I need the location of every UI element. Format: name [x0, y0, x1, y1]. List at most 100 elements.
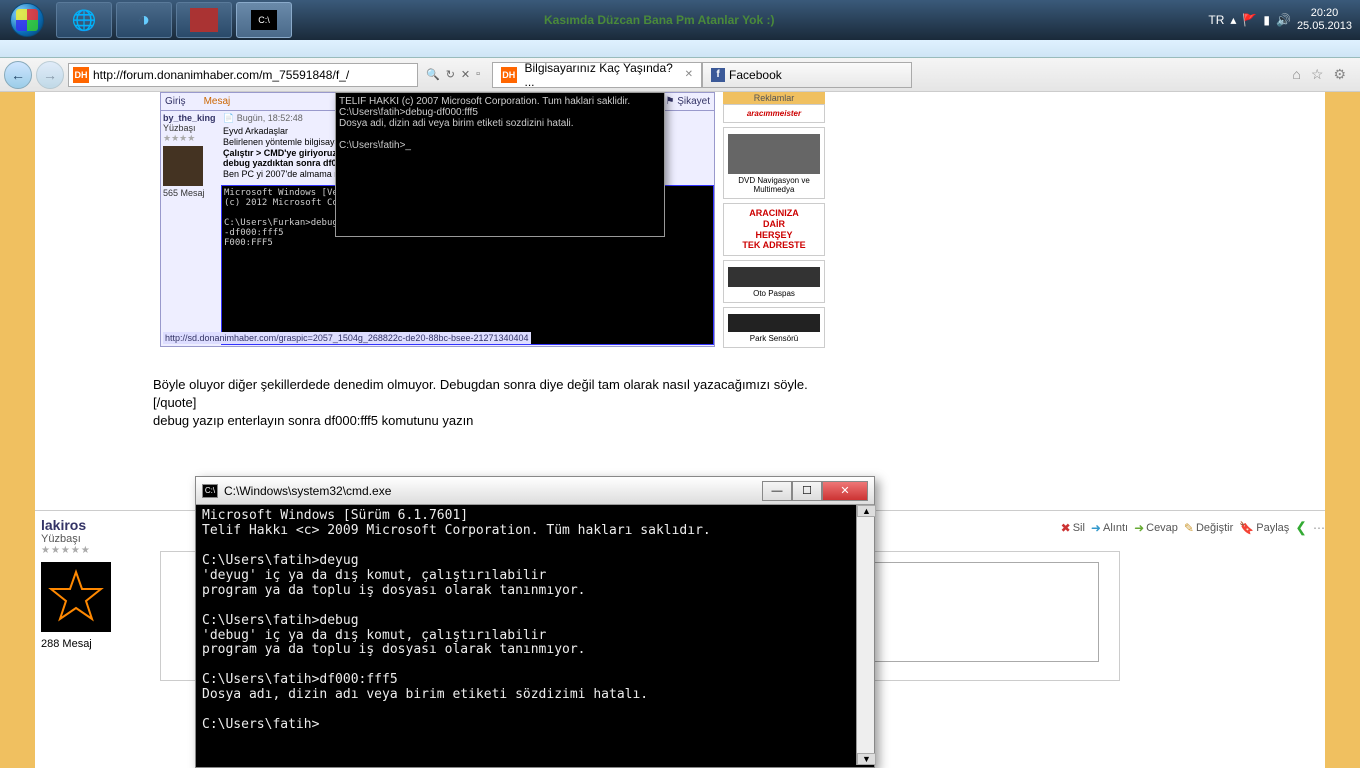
minimize-button[interactable]: — — [762, 481, 792, 501]
author-msgcount: 565 Mesaj — [163, 188, 219, 198]
tab-entry[interactable]: Giriş — [165, 96, 186, 107]
url-actions: 🔍 ↻ ✕ ▫ — [422, 68, 484, 81]
task-app2[interactable] — [176, 2, 232, 38]
ad-item-1[interactable]: DVD Navigasyon ve Multimedya — [723, 127, 825, 199]
start-button[interactable] — [0, 0, 54, 40]
tab2-label: Facebook — [729, 68, 782, 82]
share-icon[interactable]: ❮ — [1295, 519, 1307, 536]
reply-author-avatar — [41, 562, 111, 632]
search-icon[interactable]: 🔍 — [426, 68, 440, 81]
ad-text[interactable]: ARACINIZA DAİR HERŞEY TEK ADRESTE — [723, 203, 825, 256]
favorites-icon[interactable]: ☆ — [1311, 66, 1324, 83]
delete-icon: ✖ — [1061, 521, 1071, 535]
ad-item-3[interactable]: Park Sensörü — [723, 307, 825, 348]
forum-container: Giriş Mesaj ⚑ Şikayet by_the_king Yüzbaş… — [35, 92, 1325, 768]
game-overlay-title: Kasımda Düzcan Bana Pm Atanlar Yok :) — [544, 13, 775, 27]
action-share[interactable]: 🔖Paylaş — [1239, 521, 1289, 535]
forward-button[interactable]: → — [36, 61, 64, 89]
cmd-titlebar[interactable]: C:\ C:\Windows\system32\cmd.exe — ☐ ✕ — [196, 477, 874, 505]
left-margin — [0, 92, 35, 768]
author-stars: ★★★★ — [163, 133, 219, 144]
cmd-output[interactable]: Microsoft Windows [Sürüm 6.1.7601] Telif… — [196, 505, 856, 765]
task-app1[interactable]: ◑ — [116, 2, 172, 38]
compat-icon[interactable]: ▫ — [476, 68, 480, 81]
hovered-link-url: http://sd.donanimhaber.com/graspic=2057_… — [163, 332, 531, 344]
lang-indicator[interactable]: TR — [1208, 13, 1224, 27]
ie-icon: 🌐 — [68, 6, 100, 34]
task-ie[interactable]: 🌐 — [56, 2, 112, 38]
stop-icon[interactable]: ✕ — [461, 68, 470, 81]
share-label-icon: 🔖 — [1239, 521, 1254, 535]
network-icon[interactable]: ▮ — [1263, 13, 1270, 27]
tab-donanimhaber[interactable]: DH Bilgisayarınız Kaç Yaşında? ... ✕ — [492, 62, 702, 88]
clock-date: 25.05.2013 — [1297, 20, 1352, 33]
site-favicon-icon: DH — [73, 67, 89, 83]
tab-strip: DH Bilgisayarınız Kaç Yaşında? ... ✕ f F… — [492, 62, 912, 88]
post-action-bar: ✖Sil ➜Alıntı ➜Cevap ✎Değiştir 🔖Paylaş ❮ … — [1061, 519, 1325, 536]
reply-text: Böyle oluyor diğer şekillerdede denedim … — [153, 376, 808, 431]
reply-author-panel: lakiros Yüzbaşı ★★★★★ 288 Mesaj — [35, 511, 145, 656]
author-name[interactable]: by_the_king — [163, 113, 219, 123]
windows-taskbar: 🌐 ◑ C:\ Kasımda Düzcan Bana Pm Atanlar Y… — [0, 0, 1360, 40]
reply-line1: Böyle oluyor diğer şekillerdede denedim … — [153, 376, 808, 394]
maximize-button[interactable]: ☐ — [792, 481, 822, 501]
author-avatar — [163, 146, 203, 186]
game-icon — [190, 8, 218, 32]
tab-facebook[interactable]: f Facebook — [702, 62, 912, 88]
ad-item-2[interactable]: Oto Paspas — [723, 260, 825, 303]
tab1-label: Bilgisayarınız Kaç Yaşında? ... — [525, 61, 681, 89]
tray-chevron-icon[interactable]: ▴ — [1230, 13, 1236, 27]
close-icon[interactable]: ✕ — [685, 69, 693, 80]
page-content: Giriş Mesaj ⚑ Şikayet by_the_king Yüzbaş… — [0, 92, 1360, 768]
browser-tools: ⌂ ☆ ⚙ — [1292, 66, 1356, 83]
reply-line3: debug yazıp enterlayın sonra df000:fff5 … — [153, 412, 808, 430]
home-icon[interactable]: ⌂ — [1292, 66, 1300, 83]
cmd-body: Microsoft Windows [Sürüm 6.1.7601] Telif… — [196, 505, 874, 765]
right-margin — [1325, 92, 1360, 768]
reply-author-rank: Yüzbaşı — [41, 533, 139, 545]
cmd-window-small[interactable]: TELIF HAKKI (c) 2007 Microsoft Corporati… — [335, 92, 665, 237]
cmd-window-large[interactable]: C:\ C:\Windows\system32\cmd.exe — ☐ ✕ Mi… — [195, 476, 875, 768]
cmd-title-text: C:\Windows\system32\cmd.exe — [224, 484, 762, 498]
taskbar-clock[interactable]: 20:20 25.05.2013 — [1297, 7, 1352, 33]
quote-icon: ➜ — [1091, 521, 1101, 535]
sidebar-ads: Reklamlar aracımmeister DVD Navigasyon v… — [723, 92, 825, 347]
tab-favicon-icon: DH — [501, 67, 516, 83]
tools-icon[interactable]: ⚙ — [1333, 66, 1346, 83]
task-cmd[interactable]: C:\ — [236, 2, 292, 38]
tab-message[interactable]: Mesaj — [204, 96, 231, 107]
ad-brand[interactable]: aracımmeister — [723, 104, 825, 123]
action-delete[interactable]: ✖Sil — [1061, 521, 1085, 535]
reply-icon: ➜ — [1134, 521, 1144, 535]
flag-icon[interactable]: 🚩 — [1242, 13, 1257, 27]
close-button[interactable]: ✕ — [822, 481, 868, 501]
volume-icon[interactable]: 🔊 — [1276, 13, 1291, 27]
clock-time: 20:20 — [1297, 7, 1352, 20]
ads-header: Reklamlar — [723, 92, 825, 104]
browser-nav: ← → DH http://forum.donanimhaber.com/m_7… — [0, 58, 1360, 92]
report-link[interactable]: ⚑ Şikayet — [665, 96, 710, 107]
facebook-icon: f — [711, 68, 725, 82]
reply-author-name[interactable]: lakiros — [41, 517, 139, 533]
reply-author-stars: ★★★★★ — [41, 545, 139, 556]
reply-author-msgcount: 288 Mesaj — [41, 638, 139, 650]
action-edit[interactable]: ✎Değiştir — [1184, 521, 1233, 535]
edit-icon: ✎ — [1184, 521, 1194, 535]
cmd-small-output: TELIF HAKKI (c) 2007 Microsoft Corporati… — [336, 93, 664, 154]
action-quote[interactable]: ➜Alıntı — [1091, 521, 1128, 535]
app-icon: ◑ — [128, 6, 160, 34]
reply-line2: [/quote] — [153, 394, 808, 412]
system-tray: TR ▴ 🚩 ▮ 🔊 20:20 25.05.2013 — [1208, 7, 1360, 33]
action-reply[interactable]: ➜Cevap — [1134, 521, 1178, 535]
url-text: http://forum.donanimhaber.com/m_75591848… — [93, 68, 349, 82]
cmd-titlebar-icon: C:\ — [202, 484, 218, 498]
cmd-scrollbar[interactable] — [856, 505, 874, 765]
refresh-icon[interactable]: ↻ — [446, 68, 455, 81]
author-rank: Yüzbaşı — [163, 123, 219, 133]
back-button[interactable]: ← — [4, 61, 32, 89]
window-titlebar — [0, 40, 1360, 58]
more-icon[interactable]: ⋯ — [1313, 521, 1325, 535]
address-bar[interactable]: DH http://forum.donanimhaber.com/m_75591… — [68, 63, 418, 87]
post-author-panel: by_the_king Yüzbaşı ★★★★ 565 Mesaj — [161, 111, 221, 347]
cmd-icon: C:\ — [251, 10, 277, 30]
